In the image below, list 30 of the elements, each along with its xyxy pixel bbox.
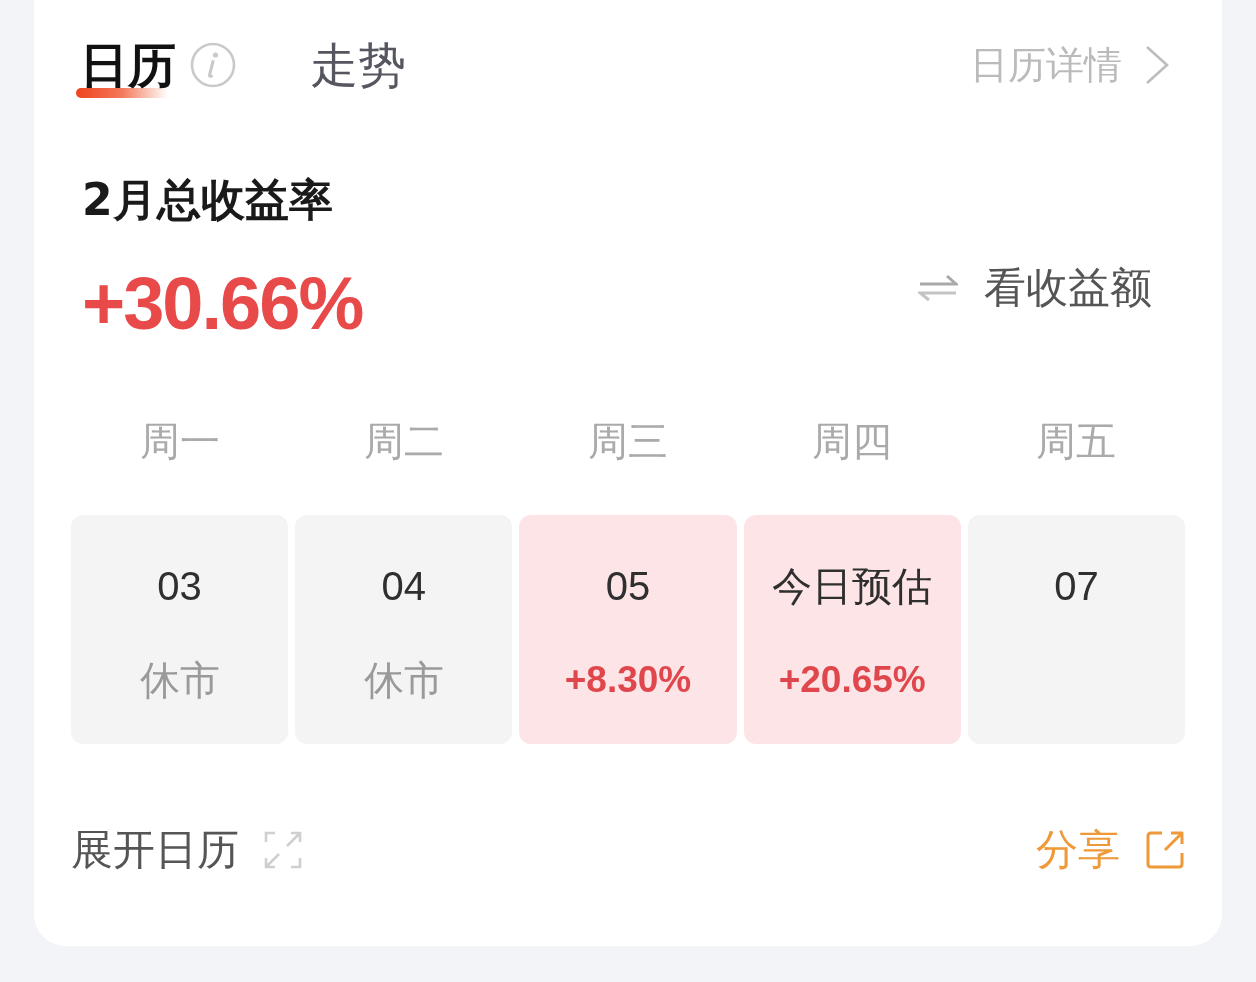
day-tile[interactable]: 07 xyxy=(967,515,1185,744)
summary-title: 2月总收益率 xyxy=(82,173,333,227)
day-result: +20.65% xyxy=(778,658,926,702)
chevron-right-icon xyxy=(1144,44,1170,86)
day-date: 今日预估 xyxy=(772,562,933,611)
weekday-label: 周三 xyxy=(588,417,668,466)
weekday-label: 周四 xyxy=(812,417,893,466)
day-date: 07 xyxy=(1054,563,1099,610)
weekday-label: 周二 xyxy=(363,417,444,466)
expand-calendar-button[interactable]: 展开日历 xyxy=(71,822,302,878)
tab[interactable]: 日历 xyxy=(80,36,236,102)
day-tile[interactable]: 05 +8.30% xyxy=(519,515,737,744)
info-icon[interactable] xyxy=(190,42,236,88)
weekday-label: 周五 xyxy=(1036,417,1117,466)
tab[interactable]: 走势 xyxy=(310,36,406,102)
day-result: +8.30% xyxy=(564,658,692,702)
day-tile[interactable]: 04 休市 xyxy=(295,515,513,744)
weekday-label: 周一 xyxy=(139,417,220,466)
day-result: 休市 xyxy=(363,656,444,705)
show-amount-toggle[interactable]: 看收益额 xyxy=(918,262,1152,314)
day-result: 休市 xyxy=(139,656,220,705)
day-date: 03 xyxy=(157,563,202,610)
expand-icon xyxy=(264,831,302,869)
day-date: 04 xyxy=(381,563,427,610)
day-tile[interactable]: 今日预估 +20.65% xyxy=(743,515,961,744)
day-date: 05 xyxy=(605,563,651,610)
total-return-value: +30.66% xyxy=(82,262,363,346)
share-icon xyxy=(1145,830,1185,870)
swap-icon xyxy=(918,273,958,303)
day-tile[interactable]: 03 休市 xyxy=(71,515,289,744)
